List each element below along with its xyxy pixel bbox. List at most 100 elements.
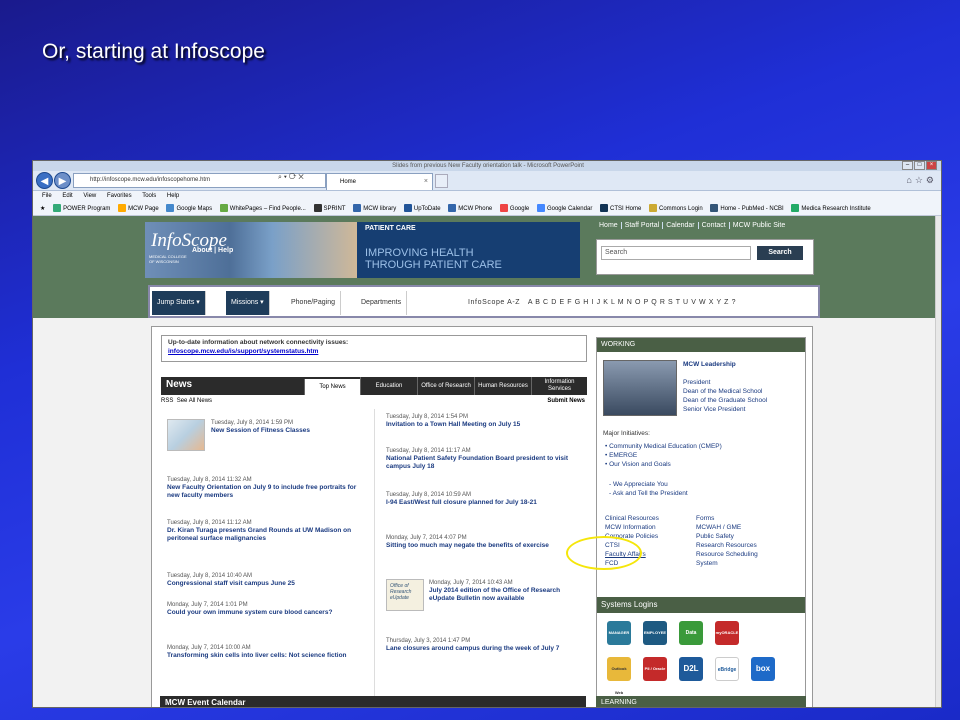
browser-tab[interactable]: Home ×: [326, 173, 433, 190]
news-item[interactable]: Tuesday, July 8, 2014 11:12 AM Dr. Kiran …: [167, 519, 367, 543]
outlook-web-icon[interactable]: Outlook Web: [607, 657, 631, 695]
fav-item[interactable]: Google Maps: [166, 204, 212, 213]
news-item[interactable]: Tuesday, July 8, 2014 11:17 AM National P…: [386, 447, 586, 471]
news-item[interactable]: Monday, July 7, 2014 1:01 PM Could your o…: [167, 601, 367, 617]
link-resource-scheduling[interactable]: Resource Scheduling: [696, 550, 758, 559]
news-item[interactable]: Monday, July 7, 2014 10:00 AM Transformin…: [167, 644, 367, 660]
forward-icon[interactable]: ▶: [54, 172, 71, 189]
leader-link[interactable]: Senior Vice President: [683, 405, 767, 414]
favorites-star-icon[interactable]: ★: [40, 206, 45, 212]
tab-information-services[interactable]: Information Services: [531, 377, 587, 395]
tab-office-research[interactable]: Office of Research: [417, 377, 474, 395]
news-column-divider: [374, 409, 375, 699]
az-index[interactable]: InfoScope A-Z A B C D E F G H I J K L M …: [468, 291, 736, 315]
box-icon[interactable]: box: [751, 657, 775, 681]
ebridge-icon[interactable]: eBridge: [715, 657, 739, 681]
link-mcw-information[interactable]: MCW Information: [605, 523, 659, 532]
fav-item[interactable]: SPRINT: [313, 204, 346, 213]
close-icon[interactable]: ×: [926, 161, 937, 170]
tab-education[interactable]: Education: [360, 377, 417, 395]
fav-item[interactable]: Google Calendar: [536, 204, 592, 213]
tab-close-icon[interactable]: ×: [424, 174, 428, 190]
menu-favorites[interactable]: Favorites: [107, 193, 132, 199]
link-system[interactable]: System: [696, 559, 758, 568]
tab-top-news[interactable]: Top News: [304, 379, 360, 395]
news-item[interactable]: Tuesday, July 8, 2014 1:54 PM Invitation …: [386, 413, 586, 429]
initiative-link[interactable]: • Community Medical Education (CMEP): [605, 442, 722, 451]
myoracle-login-icon[interactable]: myORACLE: [715, 621, 739, 645]
link-calendar[interactable]: Calendar: [663, 222, 699, 229]
d2l-icon[interactable]: D2L: [679, 657, 703, 681]
pii-oracle-icon[interactable]: PII / Oracle: [643, 657, 667, 681]
fav-item[interactable]: MCW Phone: [448, 204, 492, 213]
leader-link[interactable]: President: [683, 378, 767, 387]
see-all-news-link[interactable]: See All News: [177, 398, 212, 404]
leader-link[interactable]: Dean of the Medical School: [683, 387, 767, 396]
fav-item[interactable]: UpToDate: [403, 204, 441, 213]
tab-human-resources[interactable]: Human Resources: [474, 377, 531, 395]
menu-view[interactable]: View: [83, 193, 96, 199]
news-item[interactable]: Monday, July 7, 2014 10:43 AM July 2014 e…: [429, 579, 584, 603]
link-home[interactable]: Home: [596, 222, 622, 229]
news-item[interactable]: Monday, July 7, 2014 4:07 PM Sitting too …: [386, 534, 586, 550]
news-item[interactable]: Tuesday, July 8, 2014 10:59 AM I-94 East/…: [386, 491, 586, 507]
new-tab-button[interactable]: [435, 174, 448, 188]
link-mcwah-gme[interactable]: MCWAH / GME: [696, 523, 758, 532]
fav-item[interactable]: WhitePages – Find People...: [219, 204, 306, 213]
news-item[interactable]: Tuesday, July 8, 2014 1:59 PM New Session…: [211, 419, 371, 435]
address-actions[interactable]: ⌕▾⟳✕: [278, 174, 306, 182]
leadership-list: President Dean of the Medical School Dea…: [683, 378, 767, 414]
tab-phone-paging[interactable]: Phone/Paging: [286, 291, 341, 315]
fav-item[interactable]: Medica Research Institute: [791, 204, 871, 213]
learning-header[interactable]: LEARNING: [596, 696, 806, 707]
fitness-thumbnail: [167, 419, 205, 451]
link-staff-portal[interactable]: Staff Portal: [621, 222, 664, 229]
link-research-resources[interactable]: Research Resources: [696, 541, 758, 550]
initiative-link[interactable]: • EMERGE: [605, 451, 722, 460]
back-icon[interactable]: ◀: [36, 172, 53, 189]
link-public-safety[interactable]: Public Safety: [696, 532, 758, 541]
tab-missions[interactable]: Missions ▾: [226, 291, 270, 315]
search-input[interactable]: Search: [601, 246, 751, 260]
leadership-title[interactable]: MCW Leadership: [683, 360, 736, 369]
employee-login-icon[interactable]: EMPLOYEE: [643, 621, 667, 645]
fav-item[interactable]: Commons Login: [649, 204, 703, 213]
menu-help[interactable]: Help: [167, 193, 179, 199]
data-login-icon[interactable]: Data: [679, 621, 703, 645]
link-contact[interactable]: Contact: [698, 222, 730, 229]
event-calendar-header[interactable]: MCW Event Calendar: [160, 696, 586, 707]
initiative-link[interactable]: • Our Vision and Goals: [605, 460, 722, 469]
news-item[interactable]: Thursday, July 3, 2014 1:47 PM Lane closu…: [386, 637, 586, 653]
fav-item[interactable]: POWER Program: [53, 204, 110, 213]
menu-edit[interactable]: Edit: [62, 193, 72, 199]
fav-item[interactable]: Google: [499, 204, 529, 213]
tab-jump-starts[interactable]: Jump Starts ▾: [152, 291, 206, 315]
fav-item[interactable]: Home - PubMed - NCBI: [710, 204, 784, 213]
fav-item[interactable]: CTSI Home: [600, 204, 641, 213]
menu-tools[interactable]: Tools: [142, 193, 156, 199]
maximize-icon[interactable]: □: [914, 161, 925, 170]
link-public-site[interactable]: MCW Public Site: [730, 222, 789, 229]
search-button[interactable]: Search: [757, 246, 803, 260]
link-forms[interactable]: Forms: [696, 514, 758, 523]
news-item[interactable]: Tuesday, July 8, 2014 10:40 AM Congressio…: [167, 572, 367, 588]
menu-file[interactable]: File: [42, 193, 52, 199]
status-link[interactable]: infoscope.mcw.edu/is/support/systemstatu…: [168, 347, 580, 356]
page-scrollbar[interactable]: [935, 216, 941, 707]
logo-links[interactable]: About | Help: [192, 247, 233, 254]
manager-login-icon[interactable]: MANAGER: [607, 621, 631, 645]
link-clinical-resources[interactable]: Clinical Resources: [605, 514, 659, 523]
news-item[interactable]: Tuesday, July 8, 2014 11:32 AM New Facult…: [167, 476, 367, 500]
minimize-icon[interactable]: –: [902, 161, 913, 170]
appreciate-link[interactable]: - We Appreciate You: [609, 480, 688, 489]
fav-item[interactable]: MCW library: [353, 204, 396, 213]
ask-president-link[interactable]: - Ask and Tell the President: [609, 489, 688, 498]
window-titlebar: Slides from previous New Faculty orienta…: [33, 161, 941, 171]
leader-link[interactable]: Dean of the Graduate School: [683, 396, 767, 405]
browser-right-icons[interactable]: ⌂☆⚙: [906, 175, 937, 186]
fav-item[interactable]: MCW Page: [118, 204, 159, 213]
tab-departments[interactable]: Departments: [356, 291, 408, 315]
news-header: News Top News Education Office of Resear…: [161, 377, 587, 395]
submit-news-link[interactable]: Submit News: [547, 398, 585, 404]
rss-link[interactable]: RSS: [161, 398, 173, 404]
